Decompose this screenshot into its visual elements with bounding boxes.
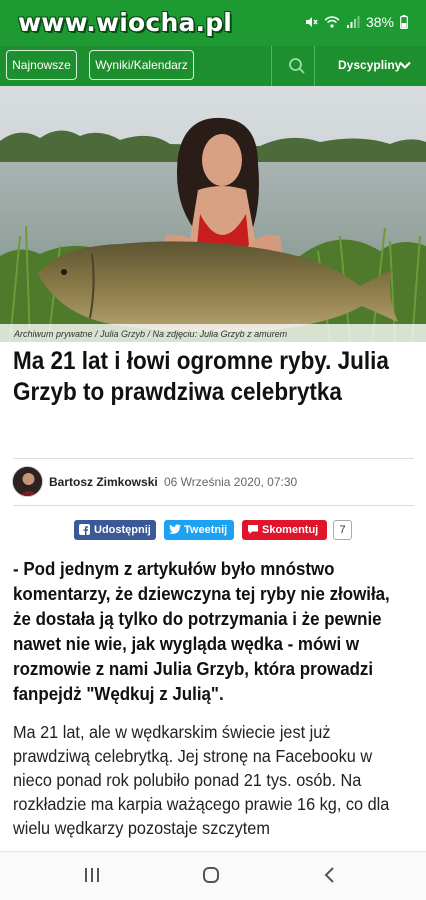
recent-apps-icon[interactable] [83,866,101,884]
chevron-down-icon[interactable] [399,61,411,70]
signal-icon [346,16,360,28]
comment-button[interactable]: Skomentuj [242,520,327,540]
newest-button[interactable]: Najnowsze [6,50,77,80]
article-headline: Ma 21 lat i łowi ogromne ryby. Julia Grz… [13,347,389,406]
comment-count[interactable]: 7 [333,520,352,540]
twitter-icon [169,524,181,534]
divider [13,505,414,506]
nav-separator [271,46,272,86]
wifi-icon [324,16,340,28]
facebook-share-label: Udostępnij [94,524,151,536]
divider [13,458,414,459]
nav-bar: Najnowsze Wyniki/Kalendarz Dyscypliny [0,46,426,86]
comment-icon [248,525,258,534]
article-lead: - Pod jednym z artykułów było mnóstwo ko… [13,559,390,704]
results-calendar-button[interactable]: Wyniki/Kalendarz [89,50,194,80]
disciplines-menu[interactable]: Dyscypliny [338,58,401,72]
hero-image: Archiwum prywatne / Julia Grzyb / Na zdj… [0,86,426,342]
twitter-share-button[interactable]: Tweetnij [164,520,234,540]
avatar-image [13,467,42,496]
author-name[interactable]: Bartosz Zimkowski [49,475,158,489]
comment-label: Skomentuj [262,524,319,536]
home-icon[interactable] [202,866,220,884]
facebook-icon [79,524,90,535]
battery-icon [400,15,408,29]
twitter-share-label: Tweetnij [184,524,228,536]
author-avatar[interactable] [12,466,43,497]
article-body: Ma 21 lat, ale w wędkarskim świecie jest… [13,722,390,838]
facebook-share-button[interactable]: Udostępnij [74,520,156,540]
battery-percent: 38% [365,14,394,30]
hero-photo [0,86,426,342]
mute-icon [305,17,318,27]
watermark: www.wiocha.pl [18,8,233,37]
search-icon[interactable] [288,57,306,75]
photo-caption: Archiwum prywatne / Julia Grzyb / Na zdj… [14,329,288,339]
android-nav-bar [0,851,426,900]
back-icon[interactable] [321,866,339,884]
nav-separator [314,46,315,86]
status-icons: 38% [304,14,408,30]
status-bar: www.wiocha.pl 38% [0,0,426,46]
publish-date: 06 Września 2020, 07:30 [164,475,298,489]
